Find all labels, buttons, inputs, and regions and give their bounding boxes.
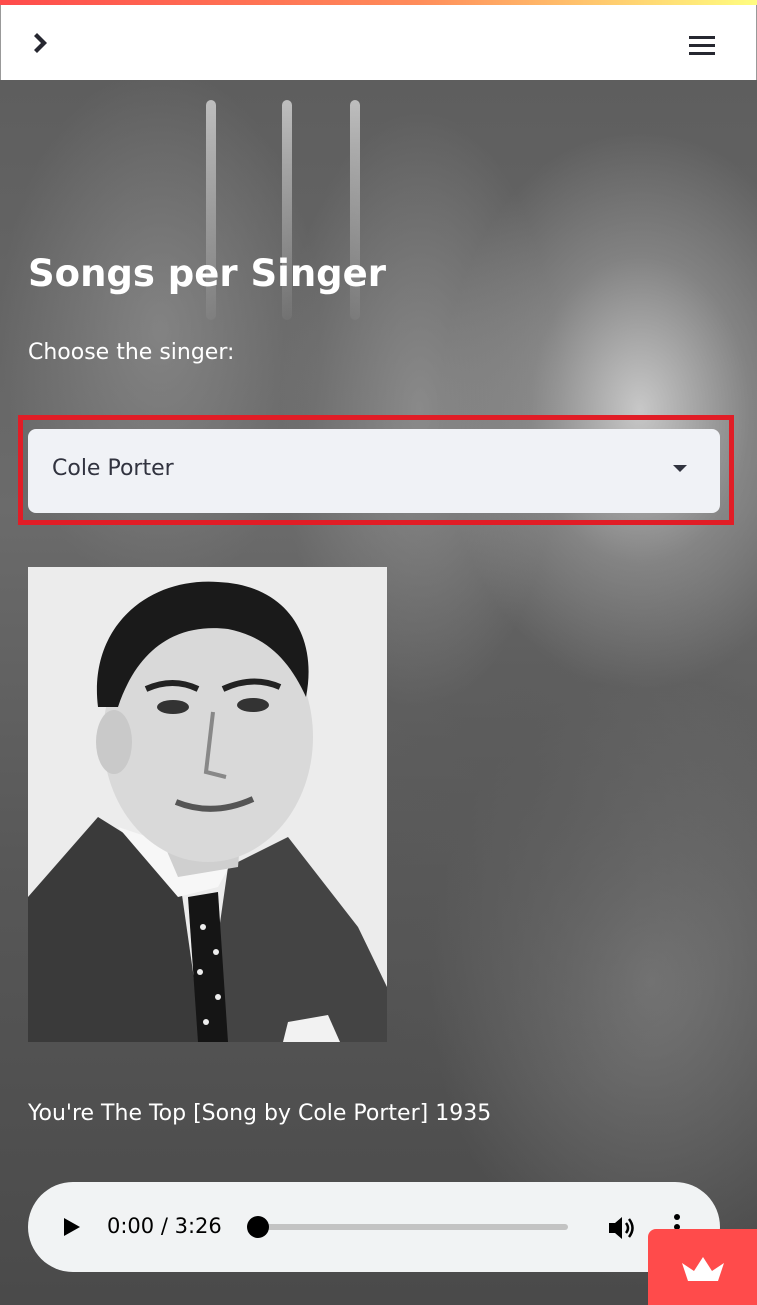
play-icon[interactable] [64, 1218, 80, 1236]
caret-down-icon [673, 465, 687, 472]
audio-progress-track[interactable] [250, 1224, 568, 1230]
volume-icon[interactable] [607, 1214, 637, 1242]
crown-icon [682, 1257, 724, 1281]
song-title: You're The Top [Song by Cole Porter] 193… [28, 1101, 492, 1126]
hamburger-menu-icon[interactable] [684, 29, 720, 61]
chevron-right-icon[interactable] [27, 27, 59, 59]
singer-select-label: Choose the singer: [28, 340, 235, 365]
page-title: Songs per Singer [28, 252, 387, 295]
audio-progress-thumb[interactable] [247, 1216, 269, 1238]
singer-select[interactable]: Cole Porter [28, 429, 720, 513]
audio-time: 0:00 / 3:26 [107, 1214, 222, 1238]
singer-portrait [28, 567, 387, 1042]
singer-select-value: Cole Porter [52, 456, 174, 481]
streamlit-badge[interactable] [648, 1229, 757, 1305]
app-header [0, 5, 757, 80]
audio-player: 0:00 / 3:26 [28, 1182, 720, 1272]
top-decoration-stripe [0, 0, 757, 5]
